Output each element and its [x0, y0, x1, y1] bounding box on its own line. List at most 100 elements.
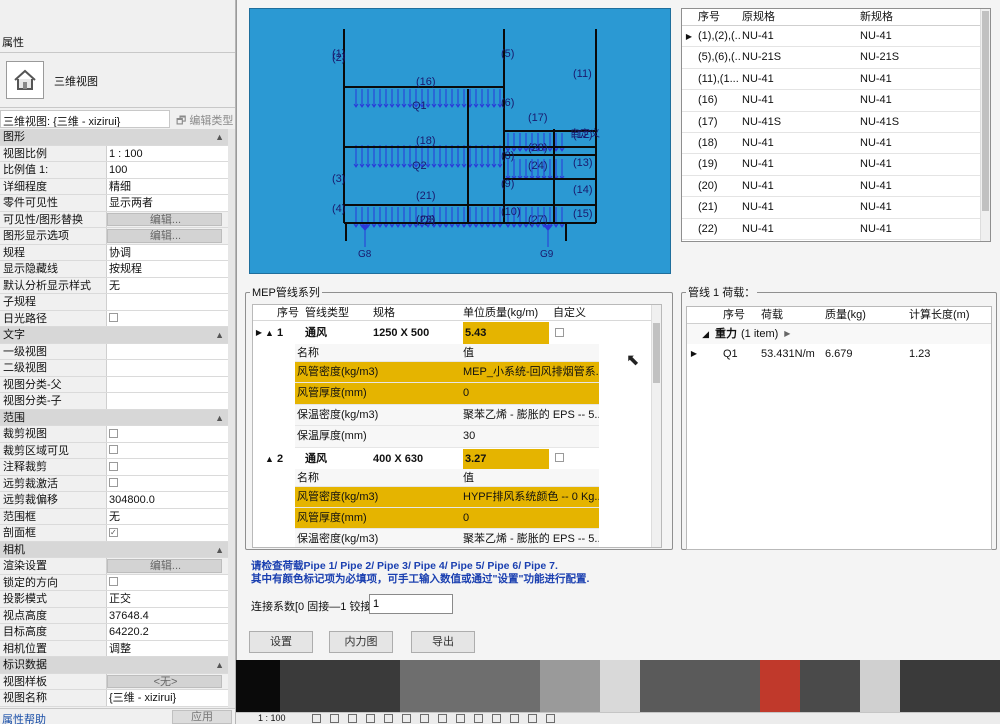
property-row[interactable]: 视图分类-父 — [0, 376, 228, 393]
collapse-icon[interactable]: ◢ — [687, 324, 709, 344]
collapse-icon[interactable]: ▲ — [265, 322, 277, 344]
property-checkbox[interactable] — [107, 475, 228, 491]
property-section[interactable]: 标识数据 ▲ — [0, 657, 228, 674]
spec-new[interactable]: NU-41 — [858, 90, 968, 110]
property-row[interactable]: 二级视图 — [0, 360, 228, 377]
property-row[interactable]: 视图比例 1 : 100 — [0, 145, 228, 162]
property-row[interactable]: 远剪裁偏移 304800.0 — [0, 492, 228, 509]
property-row[interactable]: 投影模式 正交 — [0, 591, 228, 608]
col-header-mass[interactable]: 单位质量(kg/m) — [463, 305, 553, 320]
spec-row[interactable]: (5),(6),(... NU-21S NU-21S — [682, 47, 990, 69]
prop-value[interactable]: 聚苯乙烯 - 膨胀的 EPS -- 5... — [461, 529, 599, 547]
mep-item-row[interactable]: ▶ ▲ 1 通风 1250 X 500 5.43 — [253, 322, 661, 344]
spec-new[interactable]: NU-41 — [858, 69, 968, 89]
property-value[interactable]: 协调 — [107, 244, 228, 260]
col-header-spec[interactable]: 规格 — [373, 305, 463, 320]
mep-item-mass[interactable]: 5.43 — [463, 322, 549, 344]
spec-new[interactable]: NU-41 — [858, 176, 968, 196]
prop-value[interactable]: 30 — [461, 426, 599, 446]
col-header-new-spec[interactable]: 新规格 — [858, 9, 968, 25]
mep-item-custom-checkbox[interactable] — [549, 322, 613, 344]
property-section[interactable]: 图形 ▲ — [0, 129, 228, 146]
spec-new[interactable]: NU-41 — [858, 219, 968, 239]
spec-row[interactable]: (20) NU-41 NU-41 — [682, 176, 990, 198]
load-group-row[interactable]: ◢ 重力 (1 item) ▶ — [687, 324, 991, 344]
property-row[interactable]: 目标高度 64220.2 — [0, 624, 228, 641]
property-value[interactable] — [107, 360, 228, 376]
mep-grid-scrollbar[interactable] — [651, 305, 661, 547]
property-row[interactable]: 远剪裁激活 — [0, 475, 228, 492]
section-collapse-icon[interactable]: ▲ — [200, 541, 228, 557]
property-value[interactable]: 按规程 — [107, 261, 228, 277]
analytical-icon[interactable] — [510, 714, 519, 723]
property-checkbox[interactable] — [107, 574, 228, 590]
col-header-type[interactable]: 管线类型 — [305, 305, 373, 320]
property-value[interactable]: 100 — [107, 162, 228, 178]
property-value[interactable]: 正交 — [107, 591, 228, 607]
palette-scrollbar[interactable] — [228, 129, 235, 709]
view-scale[interactable]: 1 : 100 — [258, 713, 286, 723]
property-value[interactable]: {三维 - xizirui} — [107, 690, 228, 706]
highlight-icon[interactable] — [528, 714, 537, 723]
render-icon[interactable] — [384, 714, 393, 723]
property-row[interactable]: 裁剪视图 — [0, 426, 228, 443]
section-collapse-icon[interactable]: ▲ — [200, 129, 228, 145]
prop-row[interactable]: 保温密度(kg/m3) 聚苯乙烯 - 膨胀的 EPS -- 5... — [295, 404, 599, 427]
mep-item-custom-checkbox[interactable] — [549, 449, 613, 469]
spec-row[interactable]: (22) NU-41 NU-41 — [682, 219, 990, 240]
property-row[interactable]: 注释裁剪 — [0, 459, 228, 476]
property-row[interactable]: 裁剪区域可见 — [0, 442, 228, 459]
property-value[interactable]: 64220.2 — [107, 624, 228, 640]
prop-row[interactable]: 风管厚度(mm) 0 — [295, 383, 599, 405]
load-row[interactable]: ▶ Q1 53.431N/m 6.679 1.23 — [687, 344, 991, 364]
export-button[interactable]: 导出 — [411, 631, 475, 653]
property-value[interactable] — [107, 343, 228, 359]
coefficient-input[interactable] — [369, 594, 453, 614]
show-crop-icon[interactable] — [420, 714, 429, 723]
property-checkbox[interactable] — [107, 442, 228, 458]
spec-row[interactable]: (17) NU-41S NU-41S — [682, 112, 990, 133]
visual-style-icon[interactable] — [330, 714, 339, 723]
property-row[interactable]: 渲染设置 编辑... — [0, 558, 228, 575]
section-collapse-icon[interactable]: ▲ — [200, 657, 228, 673]
property-row[interactable]: 相机位置 调整 — [0, 640, 228, 657]
lock-view-icon[interactable] — [438, 714, 447, 723]
property-row[interactable]: 子规程 — [0, 294, 228, 311]
expand-arrow-icon[interactable]: ▶ — [778, 324, 790, 344]
properties-help-link[interactable]: 属性帮助 — [2, 711, 46, 724]
prop-row[interactable]: 保温密度(kg/m3) 聚苯乙烯 - 膨胀的 EPS -- 5... — [295, 529, 599, 547]
property-value[interactable]: 1 : 100 — [107, 145, 228, 161]
property-value[interactable]: 显示两者 — [107, 195, 228, 211]
hide-isolate-icon[interactable] — [456, 714, 465, 723]
property-row[interactable]: 默认分析显示样式无 — [0, 277, 228, 294]
property-row[interactable]: 视图分类-子 — [0, 393, 228, 410]
shadows-icon[interactable] — [366, 714, 375, 723]
property-value[interactable]: 调整 — [107, 640, 228, 656]
spec-new[interactable]: NU-41 — [858, 154, 968, 174]
col-header-custom[interactable]: 自定义 — [553, 305, 613, 320]
property-section[interactable]: 相机 ▲ — [0, 541, 228, 558]
scroll-thumb[interactable] — [653, 323, 660, 383]
col-header-no[interactable]: 序号 — [721, 307, 759, 323]
spec-grid-scrollbar[interactable] — [980, 9, 990, 241]
prop-value[interactable]: HYPF排风系统颜色 -- 0 Kg... — [461, 487, 599, 507]
collapse-icon[interactable]: ▲ — [265, 449, 277, 469]
property-checkbox[interactable]: ✓ — [107, 525, 228, 541]
property-row[interactable]: 锁定的方向 — [0, 574, 228, 591]
prop-value[interactable]: MEP_小系统-回风排烟管系... — [461, 362, 599, 382]
spec-row[interactable]: (18) NU-41 NU-41 — [682, 133, 990, 155]
spec-row[interactable]: (21) NU-41 NU-41 — [682, 197, 990, 219]
prop-row[interactable]: 风管厚度(mm) 0 — [295, 507, 599, 530]
internal-force-button[interactable]: 内力图 — [329, 631, 393, 653]
property-value[interactable]: 304800.0 — [107, 492, 228, 508]
scroll-thumb[interactable] — [982, 11, 989, 211]
property-row[interactable]: 显示隐藏线 按规程 — [0, 261, 228, 278]
property-checkbox[interactable] — [107, 459, 228, 475]
property-row[interactable]: 日光路径 — [0, 310, 228, 327]
sun-path-icon[interactable] — [348, 714, 357, 723]
property-row[interactable]: 一级视图 — [0, 343, 228, 360]
col-header-length[interactable]: 计算长度(m) — [907, 307, 987, 323]
property-row[interactable]: 图形显示选项 编辑... — [0, 228, 228, 245]
property-row[interactable]: 剖面框 ✓ — [0, 525, 228, 542]
property-section[interactable]: 范围 ▲ — [0, 409, 228, 426]
